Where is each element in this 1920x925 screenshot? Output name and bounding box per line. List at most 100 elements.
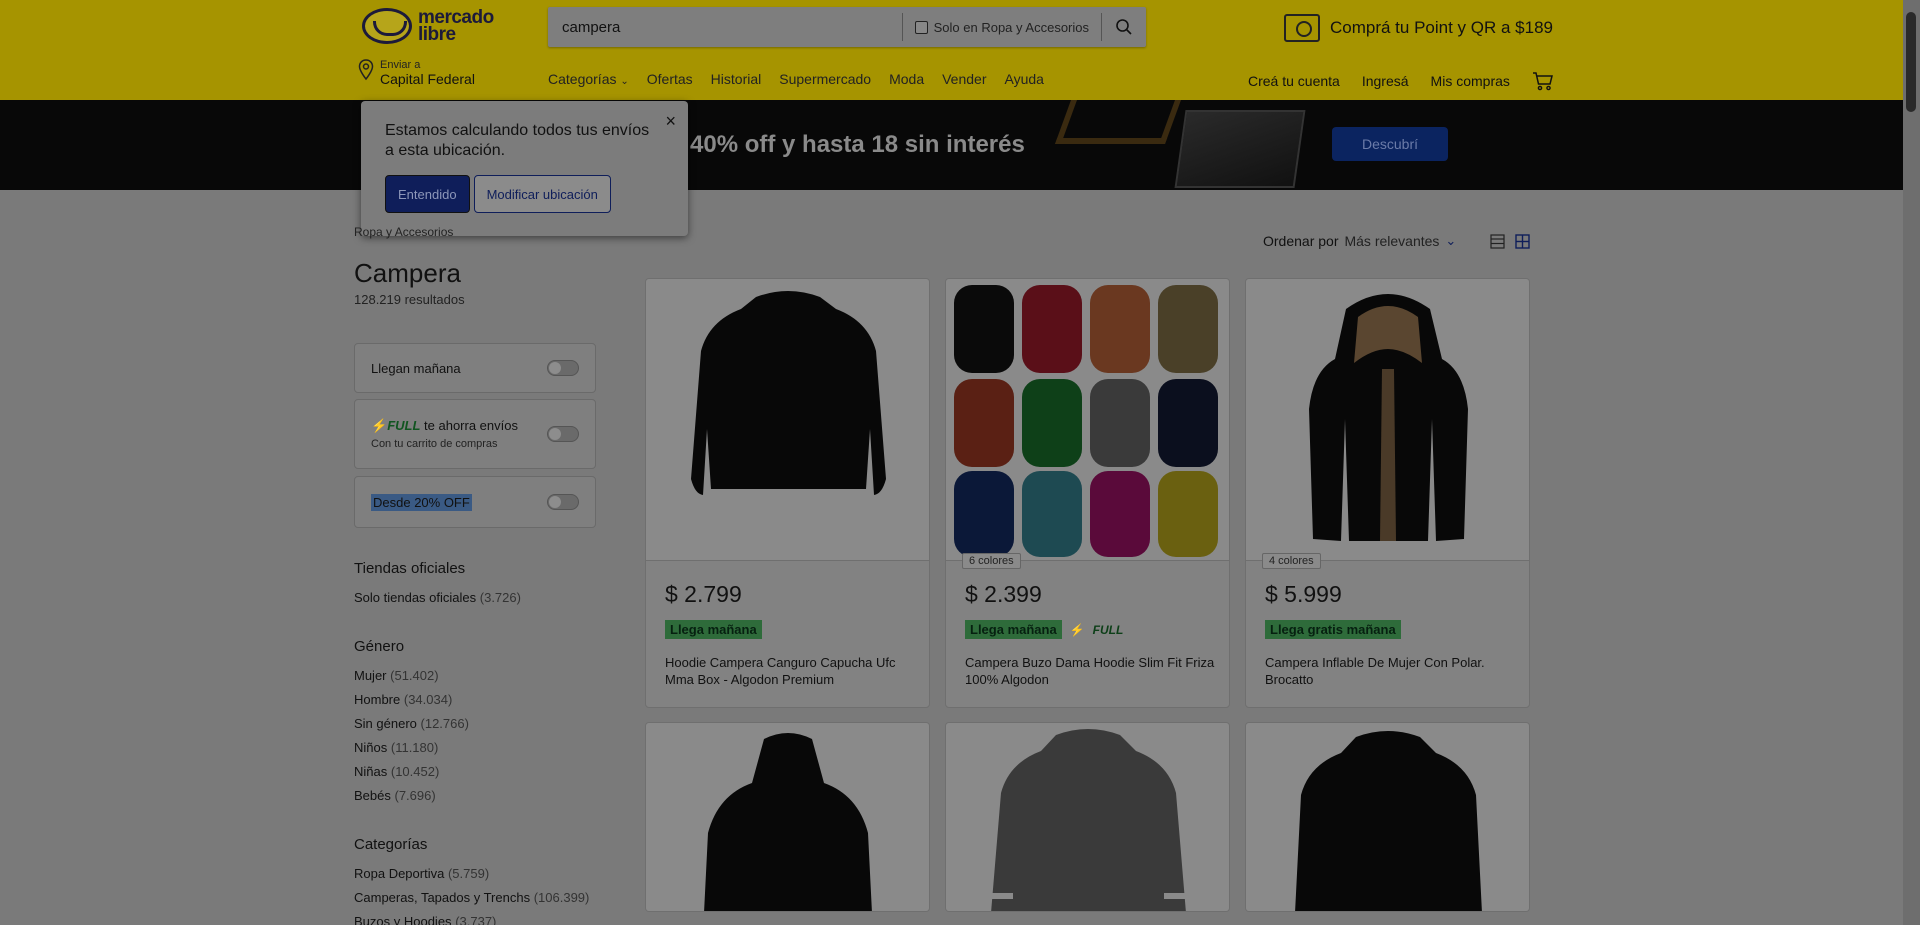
results-count: 128.219 resultados: [354, 292, 465, 307]
nav-historial[interactable]: Historial: [711, 71, 762, 87]
product-title[interactable]: Campera Buzo Dama Hoodie Slim Fit Friza …: [965, 654, 1215, 688]
page-scrollbar[interactable]: [1903, 0, 1920, 925]
create-account-link[interactable]: Creá tu cuenta: [1248, 73, 1340, 89]
chevron-down-icon: ⌄: [1445, 233, 1457, 248]
section-title-tiendas: Tiendas oficiales: [354, 560, 466, 577]
main-nav: Categorías ⌄ Ofertas Historial Supermerc…: [548, 71, 1044, 87]
mercadolibre-logo[interactable]: mercado libre: [362, 8, 494, 44]
list-item[interactable]: Mujer (51.402): [354, 664, 469, 688]
search-icon: [1116, 19, 1132, 35]
item-count: (106.399): [533, 890, 590, 905]
search-bar[interactable]: campera Solo en Ropa y Accesorios: [548, 7, 1146, 47]
breadcrumb[interactable]: Ropa y Accesorios: [354, 225, 453, 239]
user-nav: Creá tu cuenta Ingresá Mis compras: [1248, 71, 1554, 91]
filter-llegan-manana[interactable]: Llegan mañana: [354, 343, 596, 393]
product-image[interactable]: [1246, 279, 1529, 561]
item-label: Camperas, Tapados y Trenchs: [354, 890, 531, 905]
banner-laptop-image: [1174, 110, 1306, 188]
item-count: (12.766): [420, 716, 469, 731]
understood-button[interactable]: Entendido: [385, 175, 470, 213]
colors-badge: 6 colores: [962, 553, 1021, 569]
login-link[interactable]: Ingresá: [1362, 73, 1409, 89]
product-card[interactable]: 6 colores $ 2.399 Llega mañana ⚡ FULL Cam…: [945, 278, 1230, 708]
hoodie-image: [691, 291, 886, 495]
point-promo[interactable]: Comprá tu Point y QR a $189: [1284, 14, 1553, 42]
product-title[interactable]: Hoodie Campera Canguro Capucha Ufc Mma B…: [665, 654, 915, 688]
modify-location-button[interactable]: Modificar ubicación: [473, 175, 611, 213]
product-price: $ 2.799: [665, 581, 742, 607]
item-label: Solo tiendas oficiales: [354, 590, 477, 605]
lightning-icon: ⚡: [1069, 622, 1085, 637]
product-card[interactable]: [945, 722, 1230, 912]
nav-vender[interactable]: Vender: [942, 71, 986, 87]
filter-discount[interactable]: Desde 20% OFF: [354, 476, 596, 528]
logo-line2: libre: [418, 24, 456, 45]
filter-label: Llegan mañana: [371, 360, 461, 376]
item-count: (51.402): [390, 668, 439, 683]
shipping-tag: Llega mañana: [665, 620, 762, 639]
item-count: (3.726): [479, 590, 521, 605]
item-count: (34.034): [403, 692, 453, 707]
shipping-location[interactable]: Enviar a Capital Federal: [358, 59, 475, 87]
nav-ayuda[interactable]: Ayuda: [1004, 71, 1043, 87]
product-card[interactable]: $ 2.799 Llega mañana Hoodie Campera Cang…: [645, 278, 930, 708]
sort-value[interactable]: Más relevantes: [1344, 233, 1439, 249]
shipping-tag: Llega mañana: [965, 620, 1062, 639]
search-input[interactable]: campera: [548, 19, 902, 36]
product-card[interactable]: [1245, 722, 1530, 912]
list-item[interactable]: Niñas (10.452): [354, 760, 469, 784]
product-image[interactable]: [646, 279, 929, 561]
section-title-genero: Género: [354, 638, 405, 655]
filter-toggle[interactable]: [547, 494, 579, 510]
list-view-icon[interactable]: [1490, 234, 1505, 249]
nav-label: Categorías: [548, 71, 617, 87]
category-filter-label: Solo en Ropa y Accesorios: [933, 19, 1089, 35]
list-item[interactable]: Ropa Deportiva (5.759): [354, 862, 589, 886]
filter-toggle[interactable]: [547, 360, 579, 376]
list-item[interactable]: Bebés (7.696): [354, 784, 469, 808]
item-label: Bebés: [354, 788, 391, 803]
search-button[interactable]: [1102, 7, 1146, 47]
hoodie-image: [991, 729, 1186, 911]
list-item[interactable]: Buzos y Hoodies (3.737): [354, 910, 589, 925]
list-item[interactable]: Hombre (34.034): [354, 688, 469, 712]
filter-toggle[interactable]: [547, 426, 579, 442]
category-checkbox[interactable]: [914, 20, 928, 34]
product-price: $ 5.999: [1265, 581, 1342, 607]
product-image[interactable]: [946, 723, 1229, 911]
nav-moda[interactable]: Moda: [889, 71, 924, 87]
close-icon[interactable]: ×: [665, 111, 676, 132]
category-filter[interactable]: Solo en Ropa y Accesorios: [903, 20, 1101, 35]
nav-categorias[interactable]: Categorías ⌄: [548, 71, 629, 87]
handshake-icon: [362, 8, 412, 44]
nav-supermercado[interactable]: Supermercado: [779, 71, 871, 87]
filter-full[interactable]: ⚡FULL te ahorra envíos Con tu carrito de…: [354, 399, 596, 469]
section-title-categorias: Categorías: [354, 836, 428, 853]
shipping-tag: Llega gratis mañana: [1265, 620, 1401, 639]
item-label: Hombre: [354, 692, 401, 707]
product-title[interactable]: Campera Inflable De Mujer Con Polar. Bro…: [1265, 654, 1515, 688]
product-image[interactable]: [946, 279, 1229, 561]
banner-discover-button[interactable]: Descubrí: [1332, 127, 1448, 161]
item-label: Buzos y Hoodies: [354, 914, 452, 925]
product-image[interactable]: [1246, 723, 1529, 911]
hoodie-image: [704, 733, 872, 911]
my-purchases-link[interactable]: Mis compras: [1431, 73, 1510, 89]
list-item[interactable]: Niños (11.180): [354, 736, 469, 760]
product-image[interactable]: [646, 723, 929, 911]
nav-ofertas[interactable]: Ofertas: [647, 71, 693, 87]
item-count: (10.452): [390, 764, 440, 779]
list-item[interactable]: Sin género (12.766): [354, 712, 469, 736]
product-card[interactable]: 4 colores $ 5.999 Llega gratis mañana Ca…: [1245, 278, 1530, 708]
list-item[interactable]: Camperas, Tapados y Trenchs (106.399): [354, 886, 589, 910]
logo-text: mercado libre: [418, 8, 494, 45]
list-item[interactable]: Solo tiendas oficiales (3.726): [354, 586, 521, 610]
full-tag: FULL: [387, 418, 421, 433]
cart-icon[interactable]: [1532, 71, 1554, 91]
sort-control[interactable]: Ordenar por Más relevantes ⌄: [1263, 233, 1456, 249]
filter-label: Desde 20% OFF: [371, 493, 472, 511]
grid-view-icon[interactable]: [1515, 234, 1530, 249]
scrollbar-thumb[interactable]: [1906, 12, 1916, 112]
product-card[interactable]: [645, 722, 930, 912]
item-count: (11.180): [390, 740, 439, 755]
